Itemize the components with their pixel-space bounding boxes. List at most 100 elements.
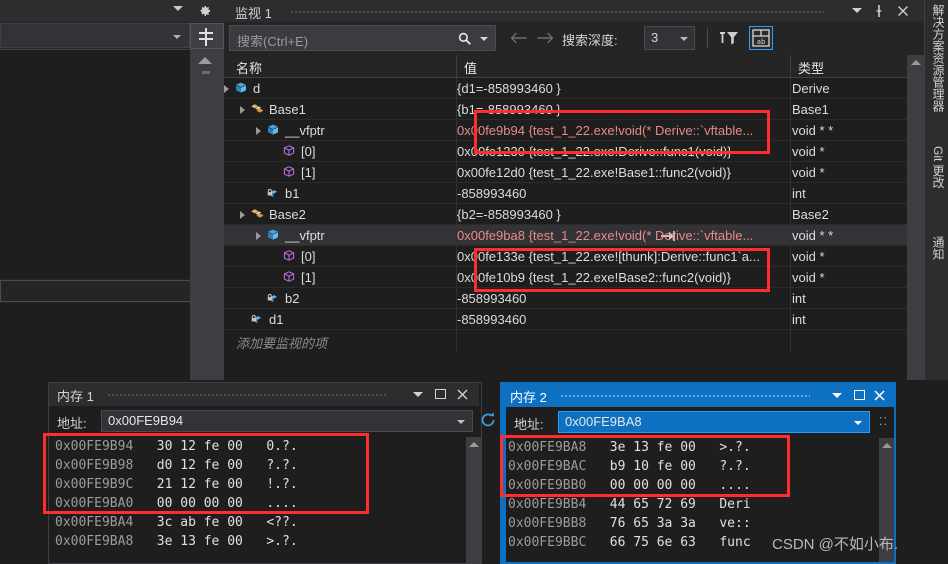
cube-purple-icon bbox=[282, 270, 296, 289]
table-row[interactable]: __vfptr 0x00fe9ba8 {test_1_22.exe!void(* … bbox=[224, 225, 907, 246]
memory1-scrollbar[interactable] bbox=[466, 437, 481, 563]
expander-triangle-icon[interactable] bbox=[256, 127, 261, 135]
table-row[interactable]: b1 -858993460 int bbox=[224, 183, 907, 204]
maximize-icon[interactable] bbox=[854, 390, 865, 400]
memory1-address-input[interactable]: 0x00FE9B94 bbox=[101, 410, 473, 432]
cell-divider-2 bbox=[790, 309, 791, 330]
table-row[interactable]: d {d1=-858993460 } Derive bbox=[224, 78, 907, 99]
chevron-double-right-icon[interactable]: ⁚⁚ bbox=[879, 415, 888, 428]
cell-divider-1 bbox=[456, 162, 457, 183]
memory-row-ascii: ve:: bbox=[719, 516, 751, 531]
left-panel-input[interactable] bbox=[0, 280, 192, 302]
memory-row-address: 0x00FE9BA8 bbox=[55, 534, 134, 549]
column-header-name[interactable]: 名称 bbox=[236, 58, 262, 77]
pin-icon[interactable] bbox=[872, 4, 886, 18]
chevron-down-icon[interactable] bbox=[852, 8, 862, 13]
memory-row: 0x00FE9B9C 21 12 fe 00 !.?. bbox=[55, 477, 298, 496]
row-type: Base2 bbox=[792, 207, 829, 222]
scroll-up-icon[interactable] bbox=[469, 442, 479, 447]
chevron-down-icon bbox=[680, 37, 688, 41]
filter-pin-icon[interactable] bbox=[719, 29, 739, 47]
column-header-value[interactable]: 值 bbox=[464, 58, 477, 77]
vertical-tab-solution-explorer[interactable]: 解决方案资源管理器 bbox=[927, 4, 947, 112]
chevron-down-icon[interactable] bbox=[832, 393, 842, 398]
cell-divider-1 bbox=[456, 330, 457, 351]
horizontal-split-icon-line2 bbox=[199, 38, 213, 40]
search-input[interactable]: 搜索(Ctrl+E) bbox=[229, 25, 496, 51]
vertical-tab-notifications[interactable]: 通知 bbox=[927, 236, 947, 260]
cell-divider-1 bbox=[456, 204, 457, 225]
close-icon[interactable] bbox=[896, 4, 910, 18]
header-divider-2[interactable] bbox=[790, 55, 791, 78]
cell-divider-1 bbox=[456, 183, 457, 204]
table-row[interactable]: Base1 {b1=-858993460 } Base1 bbox=[224, 99, 907, 120]
scroll-up-icon[interactable] bbox=[911, 60, 921, 65]
cell-divider-1 bbox=[456, 288, 457, 309]
search-depth-select[interactable]: 3 bbox=[644, 26, 695, 50]
refresh-icon[interactable] bbox=[479, 411, 497, 429]
maximize-icon[interactable] bbox=[435, 389, 446, 399]
table-row[interactable]: __vfptr 0x00fe9b94 {test_1_22.exe!void(* … bbox=[224, 120, 907, 141]
titlebar-drag-dots bbox=[107, 393, 387, 397]
vertical-tab-git-changes[interactable]: Git 更改 bbox=[927, 146, 947, 189]
close-icon[interactable] bbox=[873, 389, 886, 402]
cell-divider-2 bbox=[790, 183, 791, 204]
memory-window-1: 内存 1 地址: 0x00FE9B94 ⁚⁚ 0x00FE9B94 30 12 … bbox=[43, 382, 512, 564]
row-name: [1] bbox=[301, 270, 316, 285]
watch-grid-scrollbar[interactable] bbox=[907, 55, 924, 380]
table-row[interactable]: b2 -858993460 int bbox=[224, 288, 907, 309]
table-row[interactable]: [1] 0x00fe12d0 {test_1_22.exe!Base1::func… bbox=[224, 162, 907, 183]
scroll-thumb[interactable] bbox=[202, 71, 210, 74]
memory-row-address: 0x00FE9B98 bbox=[55, 458, 134, 473]
row-value: 0x00fe133e {test_1_22.exe![thunk]:Derive… bbox=[457, 249, 760, 264]
expander-triangle-icon[interactable] bbox=[256, 232, 261, 240]
left-panel-scrollbar[interactable] bbox=[190, 49, 224, 380]
chevron-down-icon[interactable] bbox=[173, 6, 183, 11]
memory-row-address: 0x00FE9BA8 bbox=[508, 440, 587, 455]
column-header-type[interactable]: 类型 bbox=[798, 58, 824, 77]
puzzle-orange-icon bbox=[250, 207, 265, 226]
gear-icon[interactable] bbox=[196, 3, 212, 19]
watch-grid-header: 名称 值 类型 bbox=[224, 55, 907, 78]
header-divider-1[interactable] bbox=[456, 55, 457, 78]
hexadecimal-display-icon[interactable]: ab bbox=[749, 26, 773, 50]
add-watch-item-placeholder: 添加要监视的项 bbox=[236, 336, 328, 351]
expander-triangle-icon[interactable] bbox=[240, 211, 245, 219]
memory-row-ascii: ?.?. bbox=[719, 459, 751, 474]
watch-window-titlebar: 监视 1 bbox=[224, 0, 924, 22]
scroll-up-icon[interactable] bbox=[198, 57, 212, 64]
table-row[interactable]: [0] 0x00fe1230 {test_1_22.exe!Derive::fun… bbox=[224, 141, 907, 162]
row-name: b2 bbox=[285, 291, 300, 306]
row-value: {b2=-858993460 } bbox=[457, 207, 561, 222]
chevron-down-icon[interactable] bbox=[413, 392, 423, 397]
table-row[interactable]: [0] 0x00fe133e {test_1_22.exe![thunk]:Der… bbox=[224, 246, 907, 267]
expander-triangle-icon[interactable] bbox=[224, 85, 229, 93]
table-row[interactable]: Base2 {b2=-858993460 } Base2 bbox=[224, 204, 907, 225]
search-icon[interactable] bbox=[457, 31, 473, 47]
chevron-down-icon[interactable] bbox=[480, 37, 488, 41]
split-view-button[interactable] bbox=[190, 23, 224, 49]
table-row[interactable]: [1] 0x00fe10b9 {test_1_22.exe!Base2::func… bbox=[224, 267, 907, 288]
close-icon[interactable] bbox=[456, 388, 469, 401]
cell-divider-2 bbox=[790, 204, 791, 225]
scroll-up-icon[interactable] bbox=[882, 443, 892, 448]
memory-row: 0x00FE9BA0 00 00 00 00 .... bbox=[55, 496, 298, 515]
memory-row-address: 0x00FE9BAC bbox=[508, 459, 587, 474]
memory-row: 0x00FE9BA4 3c ab fe 00 <??. bbox=[55, 515, 298, 534]
left-panel-content-lower bbox=[0, 303, 190, 380]
row-value: -858993460 bbox=[457, 186, 527, 201]
arrow-right-icon[interactable] bbox=[536, 31, 554, 45]
memory2-address-label: 地址: bbox=[514, 417, 544, 432]
cell-divider-2 bbox=[790, 120, 791, 141]
memory-row-ascii: !.?. bbox=[266, 477, 298, 492]
table-row[interactable]: d1 -858993460 int bbox=[224, 309, 907, 330]
memory-row: 0x00FE9BAC b9 10 fe 00 ?.?. bbox=[508, 459, 751, 478]
row-type: void * * bbox=[792, 228, 834, 243]
row-name: Base1 bbox=[269, 102, 306, 117]
expander-triangle-icon[interactable] bbox=[240, 106, 245, 114]
cell-divider-2 bbox=[790, 267, 791, 288]
left-panel-dropdown[interactable] bbox=[0, 23, 190, 48]
memory2-address-input[interactable]: 0x00FE9BA8 bbox=[558, 411, 870, 433]
add-watch-item-row[interactable]: 添加要监视的项 bbox=[224, 330, 907, 351]
arrow-left-icon[interactable] bbox=[510, 31, 528, 45]
